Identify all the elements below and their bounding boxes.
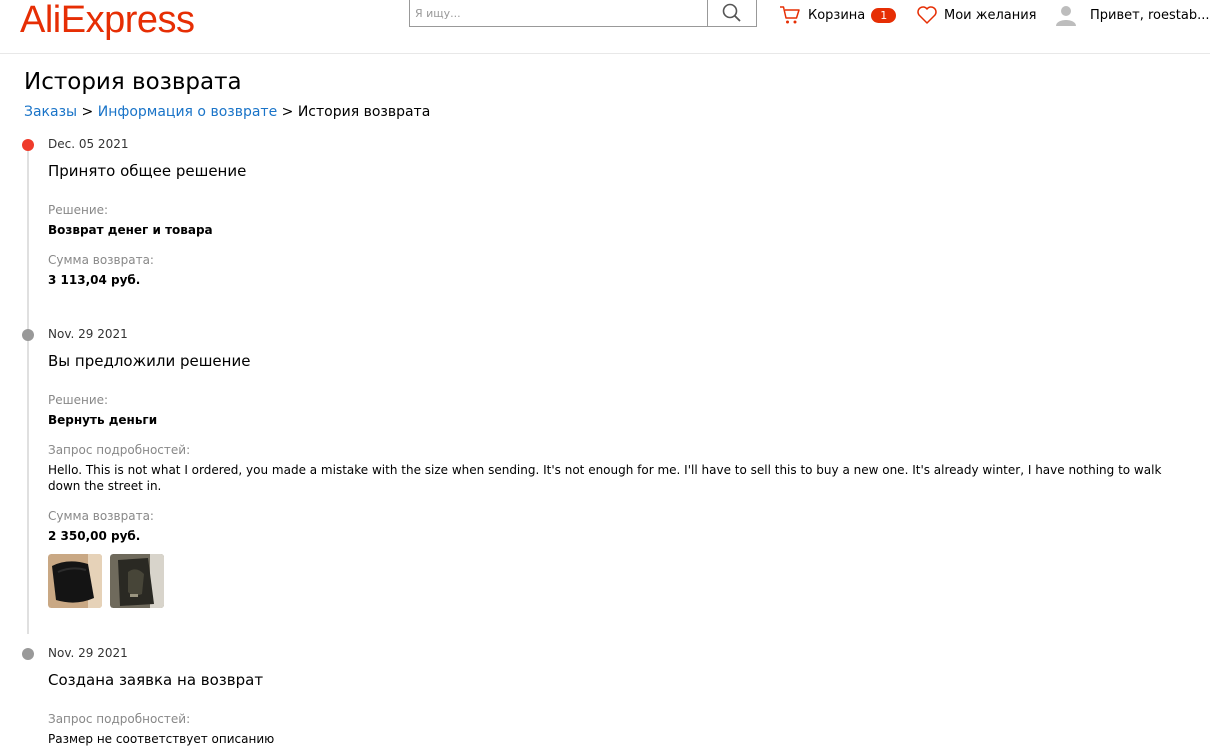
event-title: Принято общее решение (48, 162, 247, 180)
decision-label: Решение: (48, 393, 109, 407)
avatar-icon (1056, 6, 1076, 26)
evidence-photo-thumbnail[interactable] (110, 554, 164, 608)
main-content: История возврата Заказы > Информация о в… (22, 66, 1194, 747)
timeline-dot (22, 648, 34, 660)
details-value: Размер не соответствует описанию (48, 732, 275, 746)
timeline-event: Nov. 29 2021 Вы предложили решение Решен… (22, 326, 1194, 608)
breadcrumb: Заказы > Информация о возврате > История… (24, 102, 1194, 122)
wishlist-link[interactable]: Мои желания (916, 4, 1037, 26)
search-icon (722, 3, 741, 22)
cart-count-badge: 1 (871, 7, 897, 23)
event-date: Dec. 05 2021 (48, 137, 129, 151)
user-menu[interactable]: Привет, roestab... (1055, 4, 1209, 26)
user-greeting: Привет, roestab... (1090, 7, 1210, 23)
decision-value: Вернуть деньги (48, 413, 158, 427)
breadcrumb-orders-link[interactable]: Заказы (24, 104, 77, 120)
amount-value: 3 113,04 руб. (48, 273, 141, 287)
search-button[interactable] (707, 0, 756, 26)
cart-icon (780, 6, 800, 24)
breadcrumb-separator: > (281, 104, 294, 120)
details-value: Hello. This is not what I ordered, you m… (48, 463, 1162, 493)
search-input[interactable] (410, 0, 707, 26)
search-bar (409, 0, 757, 27)
decision-value: Возврат денег и товара (48, 223, 213, 237)
timeline-event: Nov. 29 2021 Создана заявка на возврат З… (22, 645, 1194, 747)
decision-label: Решение: (48, 203, 109, 217)
details-label: Запрос подробностей: (48, 712, 191, 726)
event-date: Nov. 29 2021 (48, 646, 128, 660)
event-title: Создана заявка на возврат (48, 671, 264, 689)
event-date: Nov. 29 2021 (48, 327, 128, 341)
details-label: Запрос подробностей: (48, 443, 191, 457)
event-title: Вы предложили решение (48, 352, 251, 370)
breadcrumb-refund-info-link[interactable]: Информация о возврате (98, 104, 277, 120)
amount-value: 2 350,00 руб. (48, 529, 141, 543)
refund-timeline: Dec. 05 2021 Принято общее решение Решен… (22, 136, 1194, 747)
amount-label: Сумма возврата: (48, 253, 154, 267)
breadcrumb-separator: > (81, 104, 94, 120)
cart-link[interactable]: Корзина 1 (779, 4, 897, 26)
aliexpress-logo[interactable]: AliExpress (20, 0, 195, 42)
top-header: AliExpress Корзина 1 Мои желания Привет, (0, 0, 1210, 54)
evidence-photos (48, 554, 1194, 608)
timeline-dot-active (22, 139, 34, 151)
timeline-dot (22, 329, 34, 341)
timeline-event: Dec. 05 2021 Принято общее решение Решен… (22, 136, 1194, 288)
evidence-photo-thumbnail[interactable] (48, 554, 102, 608)
heart-icon (917, 6, 937, 24)
wishlist-label: Мои желания (944, 7, 1037, 23)
amount-label: Сумма возврата: (48, 509, 154, 523)
breadcrumb-current: История возврата (297, 104, 431, 120)
cart-label: Корзина (808, 7, 866, 23)
page-title: История возврата (24, 69, 242, 95)
